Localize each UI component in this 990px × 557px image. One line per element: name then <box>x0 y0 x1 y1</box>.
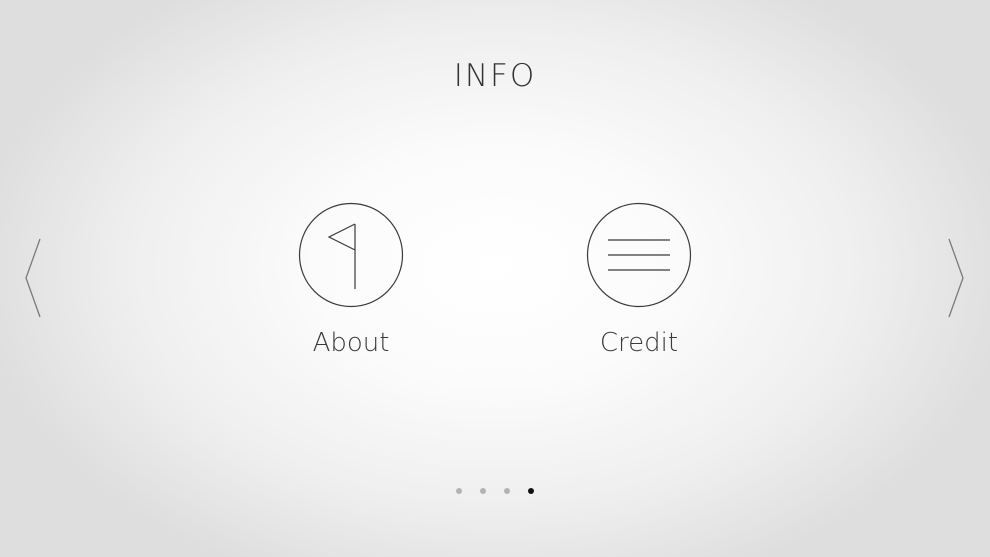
page-indicator <box>454 488 538 498</box>
next-page-button[interactable] <box>945 236 969 320</box>
chevron-left-icon <box>25 238 41 318</box>
about-button[interactable]: About <box>271 202 431 372</box>
previous-page-button[interactable] <box>22 236 46 320</box>
page-title: INFO <box>453 58 537 94</box>
credit-icon-circle <box>586 202 692 308</box>
credit-label: Credit <box>599 328 679 358</box>
flag-icon <box>298 202 404 308</box>
page-dot-1[interactable] <box>456 488 462 494</box>
page-dot-3[interactable] <box>504 488 510 494</box>
lines-icon <box>586 202 692 308</box>
about-label: About <box>312 328 390 358</box>
about-icon-circle <box>298 202 404 308</box>
page-dot-2[interactable] <box>480 488 486 494</box>
page-dot-4-active[interactable] <box>528 488 534 494</box>
chevron-right-icon <box>948 238 964 318</box>
credit-button[interactable]: Credit <box>559 202 719 372</box>
